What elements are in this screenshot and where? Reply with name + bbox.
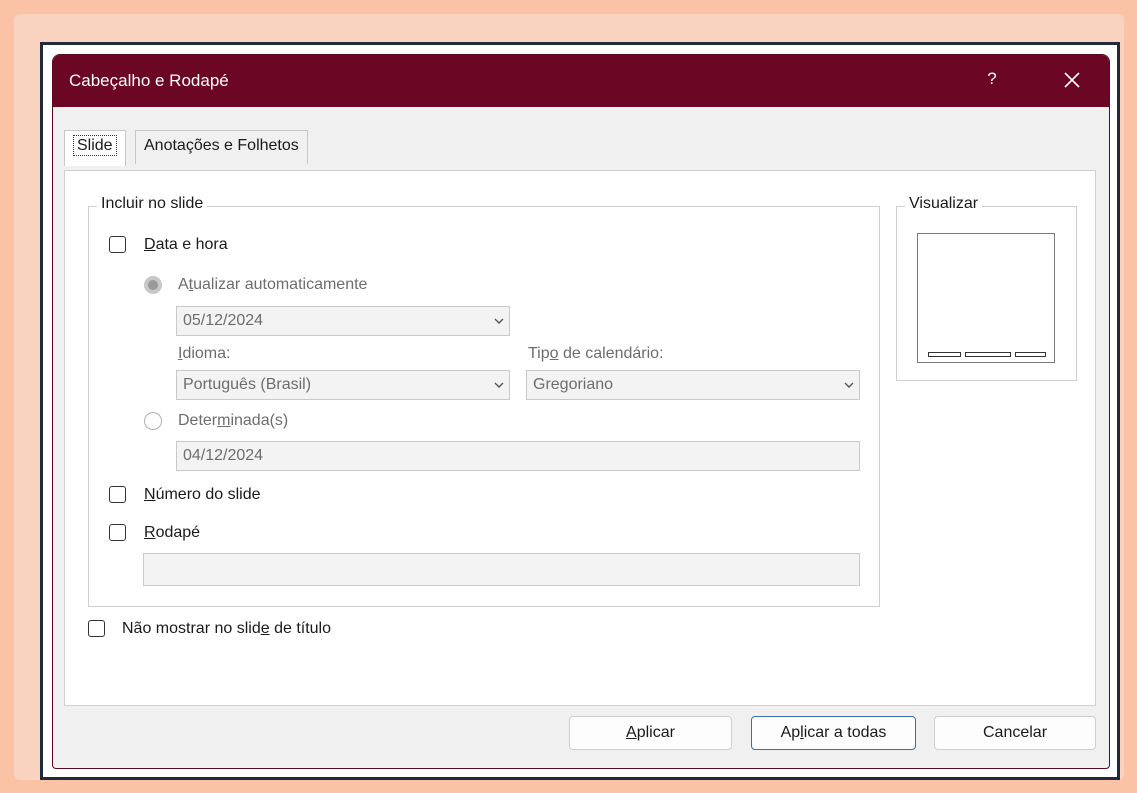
auto-update-label[interactable]: Atualizar automaticamente xyxy=(178,276,367,294)
tab-slide-label: Slide xyxy=(73,135,117,156)
tab-notes-label: Anotações e Folhetos xyxy=(144,137,299,154)
include-on-slide-group: Incluir no slide xyxy=(88,195,880,607)
preview-number-placeholder xyxy=(1015,352,1046,357)
slide-number-checkbox[interactable] xyxy=(109,486,126,503)
help-button[interactable]: ? xyxy=(981,69,1003,89)
include-group-legend: Incluir no slide xyxy=(97,195,208,213)
tab-notes-handouts[interactable]: Anotações e Folhetos xyxy=(135,130,308,164)
slide-preview xyxy=(917,233,1055,363)
date-time-checkbox[interactable] xyxy=(109,236,126,253)
footer-text-input[interactable] xyxy=(143,553,860,586)
preview-legend: Visualizar xyxy=(905,195,983,213)
dialog-title: Cabeçalho e Rodapé xyxy=(69,71,229,90)
footer-checkbox[interactable] xyxy=(109,524,126,541)
apply-button[interactable]: Aplicar xyxy=(569,716,732,750)
slide-number-label[interactable]: Número do slide xyxy=(144,486,261,504)
fixed-date-radio[interactable] xyxy=(144,412,162,430)
fixed-date-input[interactable]: 04/12/2024 xyxy=(176,441,860,471)
close-button[interactable] xyxy=(1057,65,1087,95)
cancel-button[interactable]: Cancelar xyxy=(934,716,1096,750)
title-bar: Cabeçalho e Rodapé ? xyxy=(53,55,1109,107)
date-time-label[interactable]: Data e hora xyxy=(144,236,228,254)
calendar-type-select[interactable]: Gregoriano xyxy=(526,370,860,400)
dont-show-title-label[interactable]: Não mostrar no slide de título xyxy=(122,620,331,638)
close-icon xyxy=(1064,72,1080,88)
footer-label[interactable]: Rodapé xyxy=(144,524,200,542)
dont-show-title-checkbox[interactable] xyxy=(88,620,105,637)
calendar-type-label: Tipo de calendário: xyxy=(528,345,664,362)
chevron-down-icon xyxy=(839,371,859,399)
fixed-date-label[interactable]: Determinada(s) xyxy=(178,412,288,430)
apply-all-button[interactable]: Aplicar a todas xyxy=(751,716,916,750)
auto-date-select[interactable]: 05/12/2024 xyxy=(176,306,510,336)
preview-date-placeholder xyxy=(928,352,961,357)
auto-update-radio[interactable] xyxy=(144,276,162,294)
chevron-down-icon xyxy=(489,307,509,335)
chevron-down-icon xyxy=(489,371,509,399)
language-label: Idioma: xyxy=(178,345,231,362)
preview-footer-placeholder xyxy=(965,352,1011,357)
language-select[interactable]: Português (Brasil) xyxy=(176,370,510,400)
tab-slide[interactable]: Slide xyxy=(64,130,126,166)
